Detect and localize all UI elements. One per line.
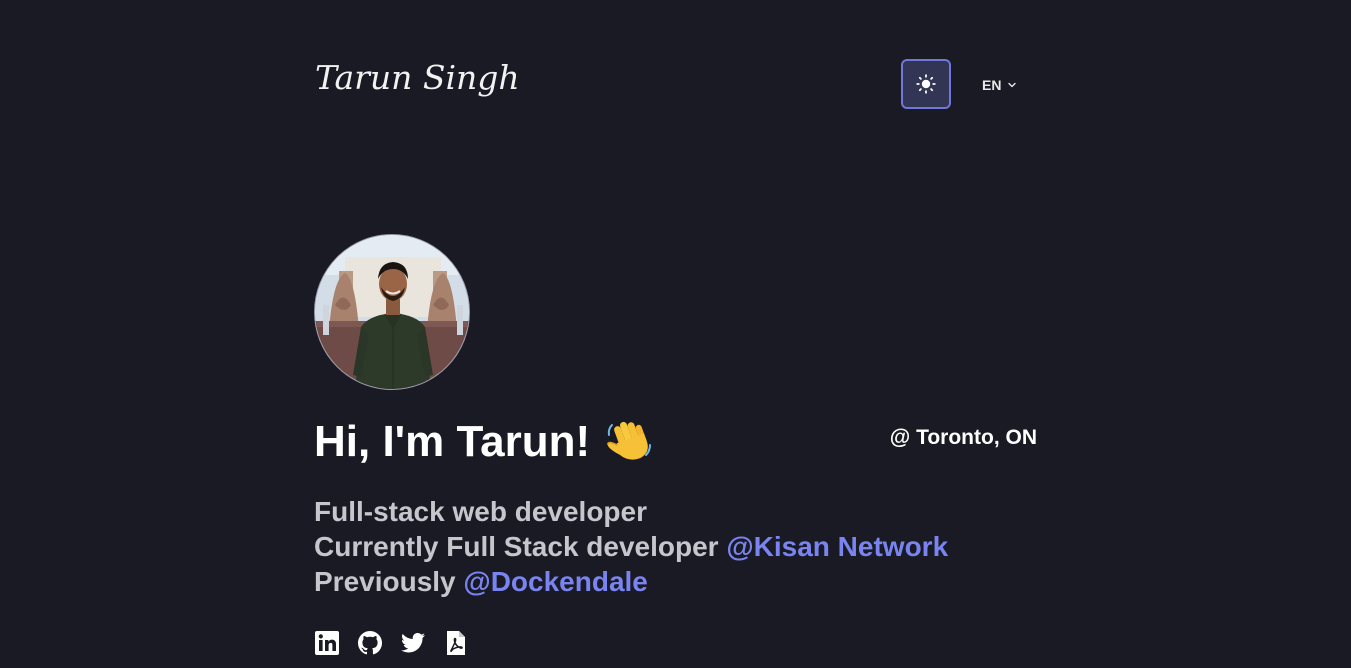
bio-line-role: Full-stack web developer (314, 496, 647, 527)
greeting-heading: Hi, I'm Tarun! (314, 414, 654, 470)
twitter-icon (400, 630, 426, 656)
current-company-link[interactable]: @Kisan Network (726, 531, 948, 562)
site-logo[interactable]: Tarun Singh (315, 58, 520, 97)
profile-avatar (314, 234, 470, 390)
github-icon (357, 630, 383, 656)
page: Tarun Singh EN Hi, I'm Tarun! @ Toronto,… (0, 0, 1351, 668)
bio-line-current: Currently Full Stack developer @Kisan Ne… (314, 529, 948, 564)
language-select[interactable]: EN (982, 76, 1017, 94)
sun-icon (916, 74, 936, 94)
location-label: @ Toronto, ON (889, 426, 1037, 449)
previous-company-link[interactable]: @Dockendale (463, 566, 647, 597)
bio-current-prefix: Currently Full Stack developer (314, 531, 727, 562)
github-link[interactable] (357, 630, 383, 656)
pdf-file-icon (443, 630, 469, 656)
twitter-link[interactable] (400, 630, 426, 656)
theme-toggle-button[interactable] (901, 59, 951, 109)
language-selected-value: EN (982, 77, 1002, 93)
bio: Full-stack web developer Currently Full … (314, 494, 948, 599)
waving-hand-icon (604, 417, 654, 467)
bio-line-previous: Previously @Dockendale (314, 564, 948, 599)
bio-previous-prefix: Previously (314, 566, 464, 597)
social-links (314, 630, 469, 656)
greeting-text: Hi, I'm Tarun! (314, 417, 591, 466)
resume-pdf-link[interactable] (443, 630, 469, 656)
chevron-down-icon (1007, 80, 1017, 90)
linkedin-link[interactable] (314, 630, 340, 656)
linkedin-icon (314, 630, 340, 656)
